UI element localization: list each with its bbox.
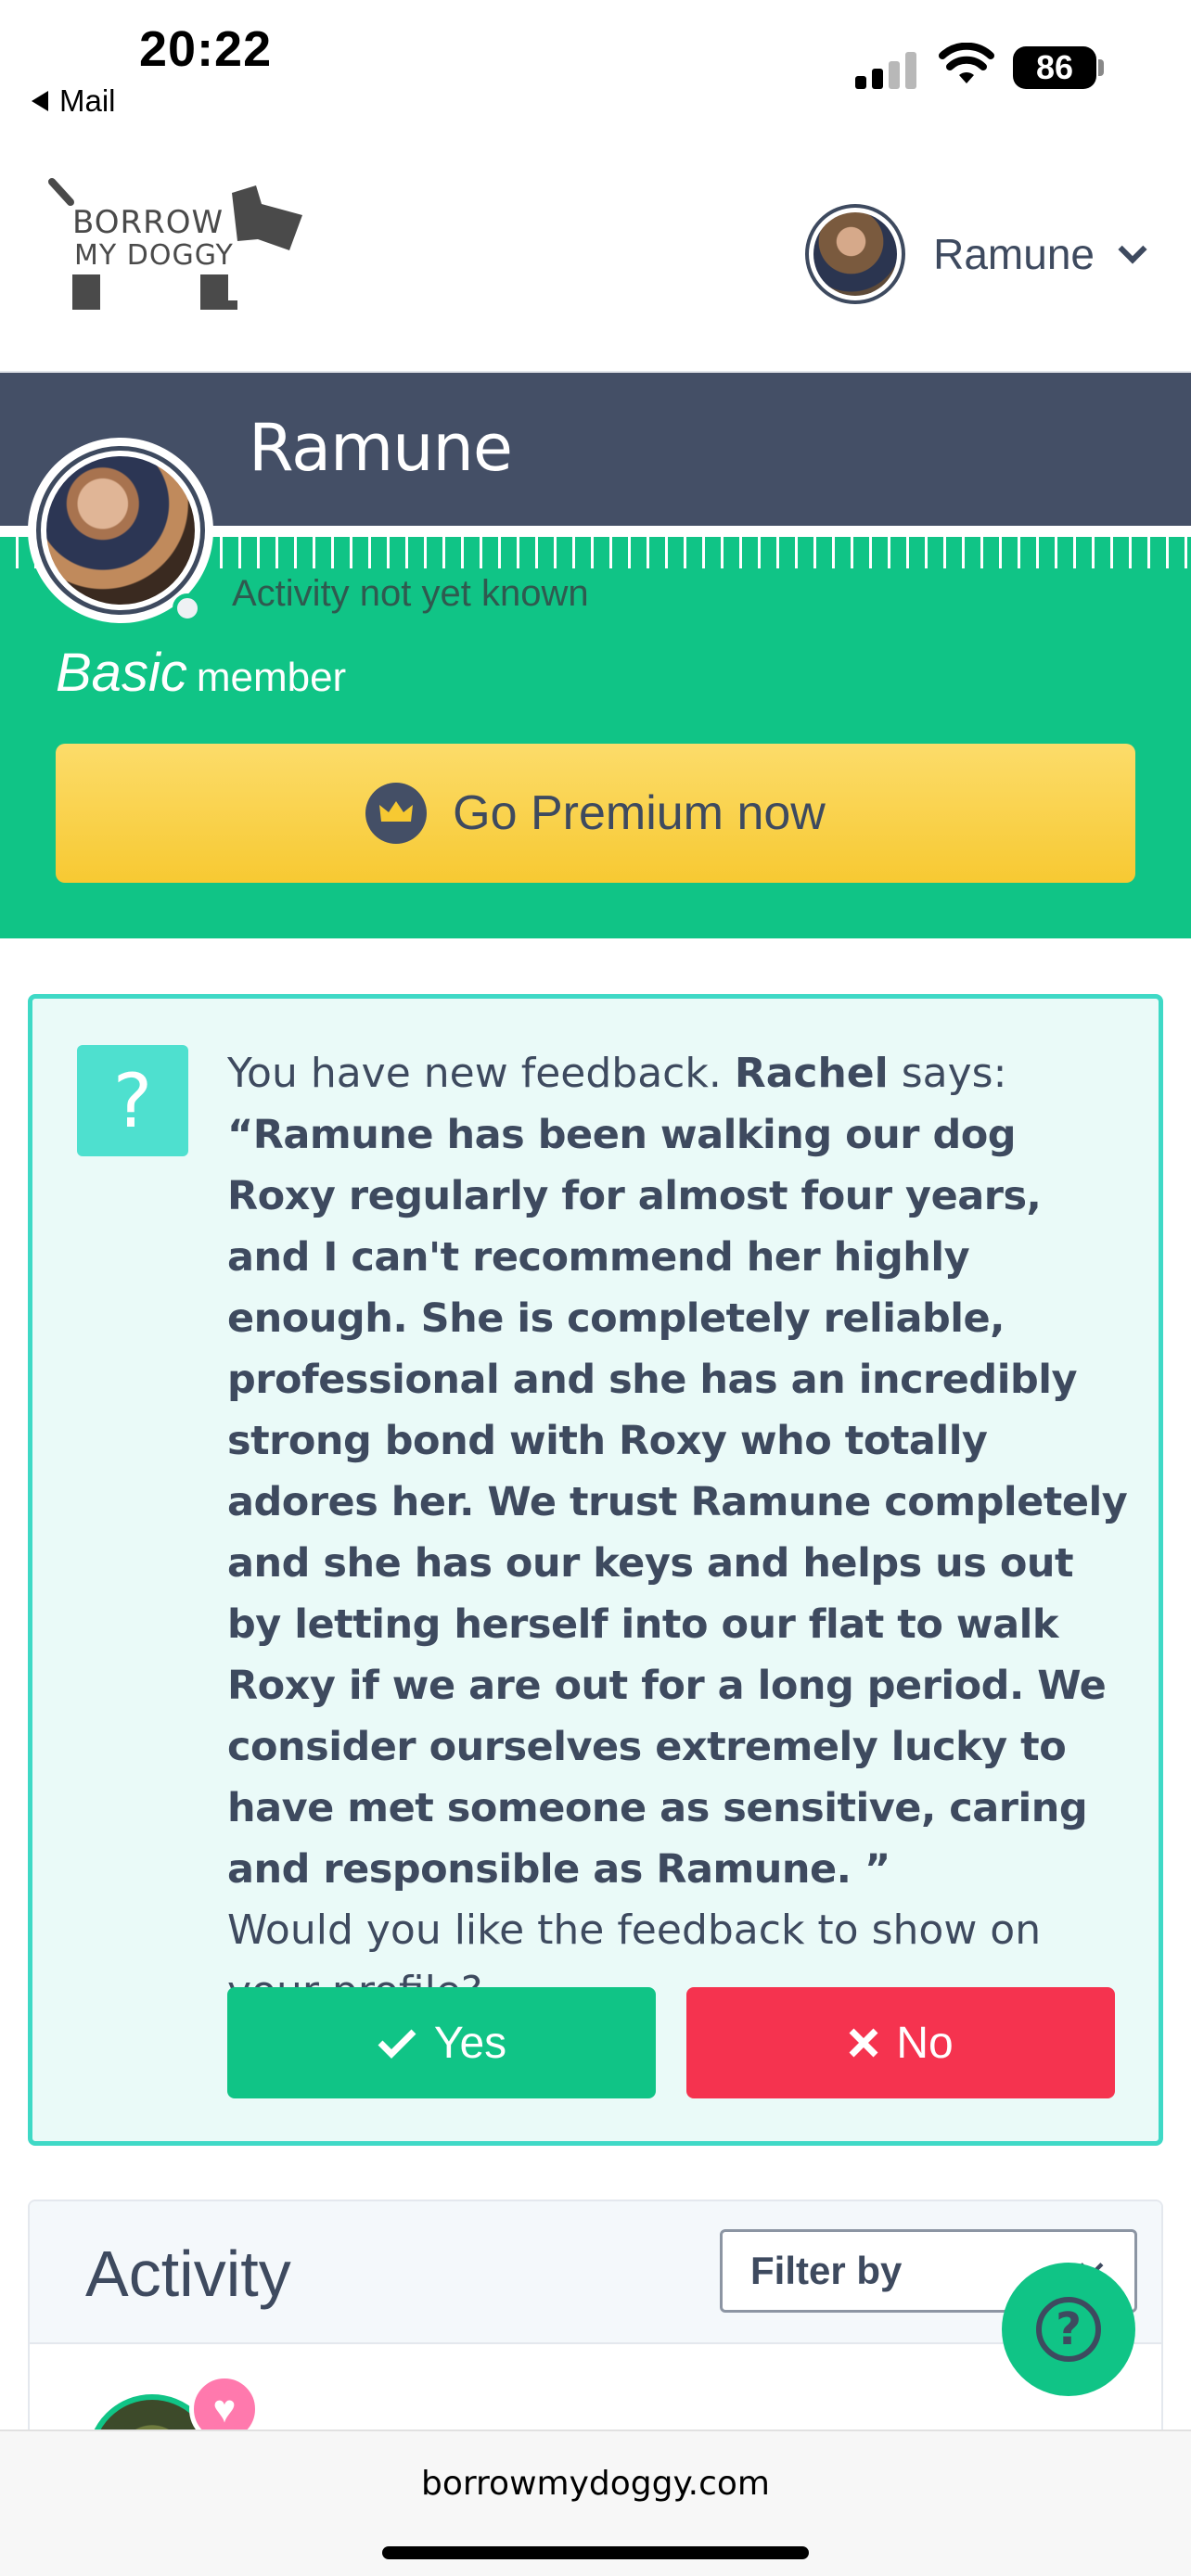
feedback-says: says:: [901, 1050, 1007, 1097]
battery-level: 86: [1035, 48, 1074, 86]
logo-line-2: MY DOGGY: [74, 239, 234, 272]
question-mark-icon: ?: [77, 1045, 188, 1156]
status-bar: 20:22 Mail 86: [0, 0, 1191, 130]
browser-url-bar[interactable]: borrowmydoggy.com: [0, 2429, 1191, 2576]
activity-status-dot: [173, 593, 202, 623]
battery-nub: [1098, 59, 1104, 76]
close-icon: [849, 2028, 878, 2058]
membership-tier: Basic member: [56, 642, 346, 704]
feedback-yes-button[interactable]: Yes: [227, 1987, 656, 2098]
back-to-mail[interactable]: Mail: [32, 83, 116, 119]
crown-icon: [365, 783, 428, 844]
feedback-intro: You have new feedback.: [227, 1050, 722, 1097]
back-label: Mail: [59, 83, 116, 118]
url-text: borrowmydoggy.com: [421, 2465, 770, 2503]
go-premium-button[interactable]: Go Premium now: [56, 744, 1135, 883]
checkmark-icon: [378, 2029, 416, 2059]
logo-line-1: BORROW: [72, 204, 224, 241]
membership-suffix: member: [196, 655, 347, 700]
home-indicator[interactable]: [382, 2546, 809, 2559]
battery-icon: 86: [1013, 46, 1096, 89]
user-menu[interactable]: Ramune: [805, 204, 1147, 304]
profile-photo: [46, 456, 195, 605]
wifi-icon: [939, 43, 994, 83]
feedback-author: Rachel: [734, 1050, 889, 1097]
borrowmydoggy-logo[interactable]: BORROW MY DOGGY: [46, 176, 306, 315]
cellular-signal-icon: [855, 48, 916, 89]
feedback-card: ? You have new feedback. Rachel says: “R…: [28, 994, 1163, 2146]
membership-tier-name: Basic: [56, 643, 187, 703]
go-premium-label: Go Premium now: [453, 786, 826, 840]
profile-name: Ramune: [249, 410, 513, 486]
activity-title: Activity: [85, 2238, 291, 2310]
help-icon: ?: [1036, 2297, 1101, 2362]
logo-wordmark: BORROW MY DOGGY: [72, 206, 234, 273]
feedback-message: You have new feedback. Rachel says: “Ram…: [227, 1043, 1136, 2022]
activity-header: Activity Filter by ✕: [30, 2201, 1161, 2344]
user-avatar: [805, 204, 906, 304]
yes-label: Yes: [433, 2018, 507, 2068]
back-arrow-icon: [32, 91, 48, 111]
help-button[interactable]: ?: [1002, 2263, 1135, 2396]
no-label: No: [896, 2018, 954, 2068]
user-menu-name: Ramune: [933, 230, 1095, 278]
site-header: BORROW MY DOGGY Ramune: [0, 130, 1191, 373]
feedback-no-button[interactable]: No: [686, 1987, 1115, 2098]
clock: 20:22: [139, 21, 273, 77]
feedback-quote: “Ramune has been walking our dog Roxy re…: [227, 1112, 1128, 1893]
activity-status-text: Activity not yet known: [232, 573, 589, 614]
filter-label: Filter by: [750, 2249, 903, 2292]
chevron-down-icon: [1118, 235, 1147, 264]
